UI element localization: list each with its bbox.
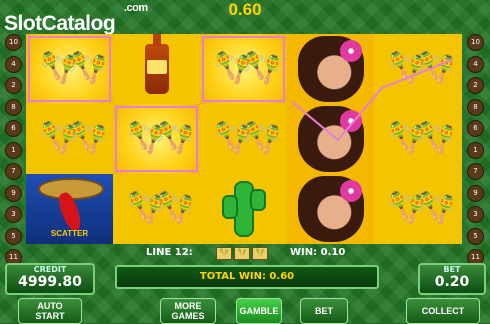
reel3-symbol-cactus [200, 174, 287, 244]
line-indicator[interactable]: 8 [467, 98, 484, 116]
line-win-symbols: 🪇 🪇 🪇 [216, 247, 268, 260]
line-indicators-right: 10 4 2 8 6 1 7 9 3 5 11 [467, 34, 485, 271]
collect-button[interactable]: COLLECT [406, 298, 480, 324]
line-indicator[interactable]: 3 [467, 206, 484, 223]
maracas-mini-icon: 🪇 [216, 247, 232, 260]
line-number-label: LINE 12: [146, 247, 193, 258]
auto-start-button[interactable]: AUTO START [18, 298, 82, 324]
line-indicator[interactable]: 7 [467, 163, 484, 180]
reel4-symbol-woman [287, 104, 374, 174]
maracas-icon: 🪇🪇 [127, 121, 194, 156]
reel4-symbol-woman [287, 174, 374, 244]
maracas-icon: 🪇🪇 [40, 51, 107, 86]
bet-display: BET 0.20 [418, 263, 486, 295]
line-indicator[interactable]: 2 [467, 77, 484, 94]
maracas-icon: 🪇🪇 [388, 121, 455, 156]
line-indicators-left: 10 4 2 8 6 1 7 9 3 5 11 [5, 34, 23, 271]
line-indicator[interactable]: 9 [467, 184, 484, 202]
credit-display: CREDIT 4999.80 [5, 263, 95, 295]
line-indicator[interactable]: 6 [5, 120, 22, 137]
maracas-icon: 🪇🪇 [127, 191, 194, 226]
reel4-symbol-woman [287, 34, 374, 104]
logo-suffix: .com [124, 2, 148, 14]
senorita-icon [297, 176, 364, 242]
more-games-button[interactable]: MORE GAMES [160, 298, 216, 324]
line-indicator[interactable]: 6 [467, 120, 484, 137]
slotcatalog-logo: SlotCatalog .com [4, 2, 164, 38]
reel3-symbol-maracas: 🪇🪇 [200, 34, 287, 104]
line-indicator[interactable]: 10 [5, 34, 22, 51]
total-win-display: TOTAL WIN: 0.60 [115, 265, 379, 289]
line-indicator[interactable]: 5 [467, 227, 484, 245]
more-games-label-1: MORE [174, 301, 202, 311]
info-bar: LINE 12: 🪇 🪇 🪇 WIN: 0.10 [0, 246, 490, 260]
line-indicator[interactable]: 8 [5, 98, 22, 116]
top-win-amount: 0.60 [228, 0, 262, 19]
maracas-mini-icon: 🪇 [234, 247, 250, 260]
line-indicator[interactable]: 7 [5, 163, 22, 180]
auto-start-label-2: START [35, 311, 65, 321]
senorita-icon [297, 36, 364, 102]
line-indicator[interactable]: 4 [5, 55, 22, 73]
reel2-symbol-tequila [113, 34, 200, 104]
line-indicator[interactable]: 1 [467, 141, 484, 159]
bet-button[interactable]: BET [300, 298, 348, 324]
reel5-symbol-maracas: 🪇🪇 [374, 34, 461, 104]
more-games-label-2: GAMES [171, 311, 205, 321]
maracas-mini-icon: 🪇 [252, 247, 268, 260]
reel2-symbol-maracas: 🪇🪇 [113, 104, 200, 174]
reel5-symbol-maracas: 🪇🪇 [374, 174, 461, 244]
line-indicator[interactable]: 5 [5, 227, 22, 245]
gamble-button[interactable]: GAMBLE [236, 298, 282, 324]
maracas-icon: 🪇🪇 [388, 51, 455, 86]
cactus-icon [221, 181, 266, 237]
line-indicator[interactable]: 4 [467, 55, 484, 73]
reel2-symbol-maracas: 🪇🪇 [113, 174, 200, 244]
bet-caption: BET [443, 265, 461, 274]
line-indicator[interactable]: 10 [467, 34, 484, 51]
line-indicator[interactable]: 3 [5, 206, 22, 223]
bet-value: 0.20 [434, 274, 470, 290]
scatter-label: SCATTER [50, 229, 89, 238]
reel1-symbol-maracas: 🪇🪇 [26, 34, 113, 104]
maracas-icon: 🪇🪇 [40, 121, 107, 156]
line-indicator[interactable]: 9 [5, 184, 22, 202]
line-indicator[interactable]: 1 [5, 141, 22, 159]
reel-area: 🪇🪇 🪇🪇 SCATTER 🪇🪇 🪇🪇 🪇🪇 🪇🪇 🪇🪇 🪇🪇 🪇🪇 [26, 34, 462, 244]
maracas-icon: 🪇🪇 [388, 191, 455, 226]
reel3-symbol-maracas: 🪇🪇 [200, 104, 287, 174]
logo-text: SlotCatalog [4, 12, 116, 35]
reel1-symbol-scatter: SCATTER [26, 174, 113, 244]
reel5-symbol-maracas: 🪇🪇 [374, 104, 461, 174]
credit-value: 4999.80 [18, 274, 82, 290]
line-indicator[interactable]: 2 [5, 77, 22, 94]
maracas-icon: 🪇🪇 [214, 121, 281, 156]
credit-caption: CREDIT [33, 265, 67, 274]
auto-start-label-1: AUTO [37, 301, 63, 311]
tequila-bottle-icon [144, 34, 169, 94]
line-win-label: WIN: 0.10 [290, 247, 346, 258]
reel1-symbol-maracas: 🪇🪇 [26, 104, 113, 174]
senorita-icon [297, 106, 364, 172]
maracas-icon: 🪇🪇 [214, 51, 281, 86]
